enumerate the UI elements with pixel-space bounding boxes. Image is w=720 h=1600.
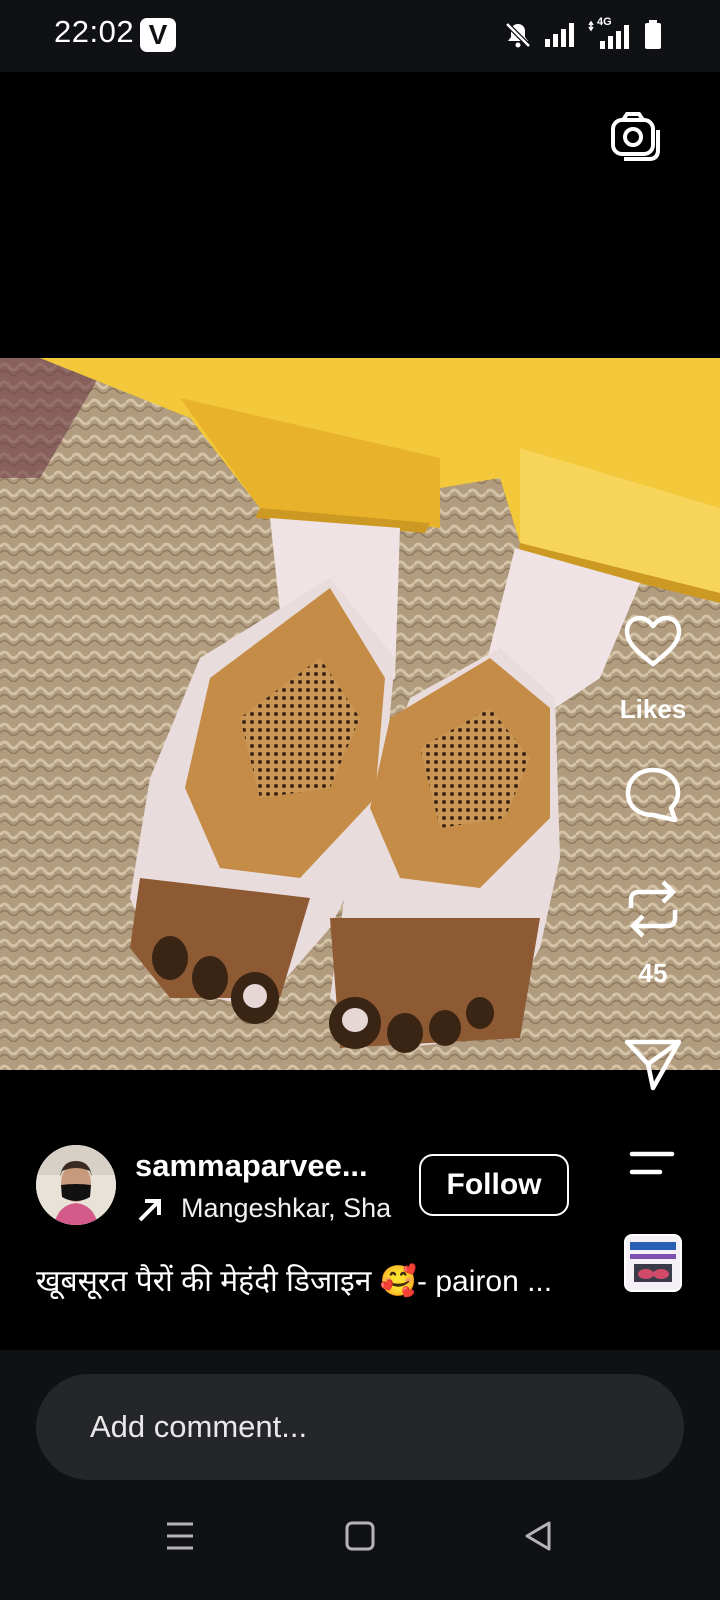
username[interactable]: sammaparvee... bbox=[135, 1148, 368, 1184]
share-button[interactable] bbox=[610, 1036, 696, 1092]
avatar-image bbox=[36, 1145, 116, 1225]
status-icons: 4G bbox=[504, 16, 662, 52]
comment-bar: Add comment... bbox=[0, 1350, 720, 1490]
avatar[interactable] bbox=[36, 1145, 116, 1225]
battery-icon bbox=[644, 20, 662, 50]
back-icon bbox=[525, 1521, 551, 1551]
app-badge: V bbox=[140, 18, 176, 52]
repost-icon bbox=[628, 880, 678, 938]
like-button[interactable] bbox=[610, 614, 696, 670]
heart-icon bbox=[624, 615, 682, 667]
menu-icon bbox=[629, 1151, 675, 1175]
recents-button[interactable] bbox=[164, 1520, 196, 1557]
menu-button[interactable] bbox=[628, 1150, 676, 1185]
signal-4g-icon: 4G bbox=[588, 16, 632, 50]
follow-button[interactable]: Follow bbox=[419, 1154, 569, 1216]
share-icon bbox=[624, 1039, 682, 1091]
repost-button[interactable] bbox=[610, 878, 696, 940]
camera-icon bbox=[611, 112, 660, 161]
linked-post-thumbnail[interactable] bbox=[624, 1234, 682, 1292]
recents-icon bbox=[167, 1522, 193, 1550]
like-label: Likes bbox=[619, 694, 687, 724]
signal-icon bbox=[544, 22, 576, 48]
bell-off-icon bbox=[504, 21, 532, 49]
status-time: 22:02 bbox=[54, 14, 135, 49]
location-link[interactable]: Mangeshkar, Sha bbox=[181, 1193, 391, 1224]
comment-button[interactable] bbox=[610, 765, 696, 825]
status-bar: 22:02 V 4G bbox=[0, 0, 720, 72]
arrow-up-right-icon bbox=[136, 1196, 164, 1229]
comment-icon bbox=[625, 767, 681, 823]
system-navbar bbox=[0, 1490, 720, 1600]
repost-count: 45 bbox=[638, 958, 668, 988]
thumbnail-image bbox=[626, 1236, 680, 1290]
post-caption[interactable]: खूबसूरत पैरों की मेहंदी डिजाइन 🥰- pairon… bbox=[36, 1259, 596, 1300]
home-button[interactable] bbox=[344, 1520, 376, 1557]
camera-button[interactable] bbox=[610, 110, 662, 162]
comment-input[interactable]: Add comment... bbox=[36, 1374, 684, 1480]
back-button[interactable] bbox=[522, 1520, 554, 1557]
home-icon bbox=[345, 1521, 375, 1551]
